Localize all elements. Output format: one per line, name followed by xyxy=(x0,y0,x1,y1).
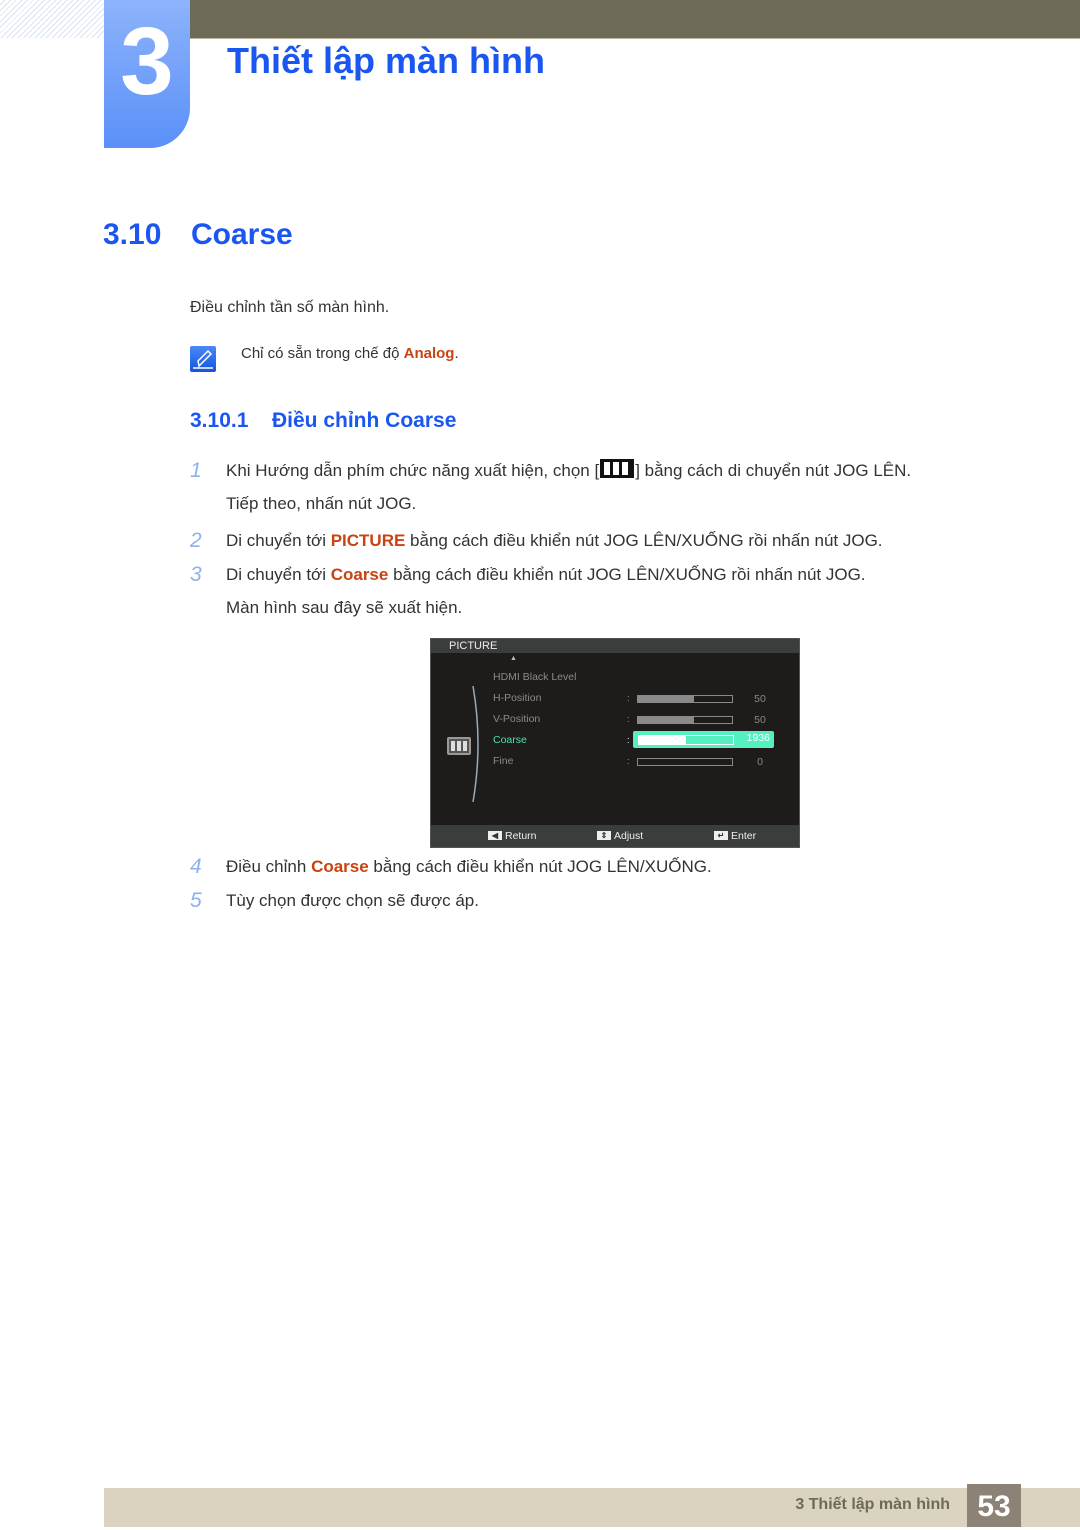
adjust-icon: ⇕ xyxy=(597,831,611,840)
v-position-slider[interactable] xyxy=(637,716,733,724)
step-1: 1 Khi Hướng dẫn phím chức năng xuất hiện… xyxy=(190,454,990,520)
osd-item-v-position[interactable]: V-Position xyxy=(493,713,540,725)
osd-return-button[interactable]: ◀ Return xyxy=(488,830,537,842)
h-position-value: 50 xyxy=(754,693,766,705)
v-position-value: 50 xyxy=(754,714,766,726)
step-text-pre: Di chuyển tới xyxy=(226,565,331,584)
v-position-fill xyxy=(638,717,695,723)
step-text-post: bằng cách điều khiển nút JOG LÊN/XUỐNG r… xyxy=(405,531,883,550)
coarse-value: 1936 xyxy=(746,732,770,744)
step-number: 1 xyxy=(190,459,202,482)
step-text-post: ] bằng cách di chuyển nút JOG LÊN. xyxy=(635,461,912,480)
osd-item-h-position[interactable]: H-Position xyxy=(493,692,541,704)
step-3: 3 Di chuyển tới Coarse bằng cách điều kh… xyxy=(190,558,990,624)
osd-colon: : xyxy=(627,756,630,766)
subsection-number: 3.10.1 xyxy=(190,409,249,432)
osd-footer: ◀ Return ⇕ Adjust ↵ Enter xyxy=(431,825,799,847)
subsection-heading: 3.10.1 Điều chỉnh Coarse xyxy=(190,409,456,433)
osd-colon: : xyxy=(627,693,630,703)
subsection-title: Điều chỉnh Coarse xyxy=(272,409,457,432)
note-prefix: Chỉ có sẵn trong chế độ xyxy=(241,345,404,362)
menu-bars-icon xyxy=(600,459,635,478)
header-bar xyxy=(190,0,1080,39)
step-text: Tùy chọn được chọn sẽ được áp. xyxy=(226,891,479,910)
step-4: 4 Điều chỉnh Coarse bằng cách điều khiển… xyxy=(190,850,990,883)
header-hatch-pattern xyxy=(0,0,104,38)
scroll-up-arrow-icon: ▲ xyxy=(510,655,517,662)
note-text: Chỉ có sẵn trong chế độ Analog. xyxy=(241,345,459,362)
coarse-fill xyxy=(639,736,686,744)
page-footer: 3 Thiết lập màn hình xyxy=(104,1488,1080,1527)
osd-return-label: Return xyxy=(505,830,537,842)
step-text: Khi Hướng dẫn phím chức năng xuất hiện, … xyxy=(226,454,911,487)
step-number: 5 xyxy=(190,889,202,912)
intro-text: Điều chỉnh tần số màn hình. xyxy=(190,299,390,316)
step-text: Di chuyển tới Coarse bằng cách điều khiể… xyxy=(226,558,866,591)
step-text: Điều chỉnh Coarse bằng cách điều khiển n… xyxy=(226,850,712,883)
section-number: 3.10 xyxy=(103,218,162,251)
osd-item-coarse[interactable]: Coarse xyxy=(493,734,527,746)
osd-colon: : xyxy=(627,735,630,745)
chapter-number: 3 xyxy=(120,8,174,115)
enter-icon: ↵ xyxy=(714,831,728,840)
osd-item-fine[interactable]: Fine xyxy=(493,755,513,767)
osd-header-title: PICTURE xyxy=(449,640,498,652)
step-text-pre: Di chuyển tới xyxy=(226,531,331,550)
note-highlight: Analog xyxy=(403,345,455,362)
step-5: 5 Tùy chọn được chọn sẽ được áp. xyxy=(190,884,990,917)
osd-screenshot: PICTURE ▲ HDMI Black Level H-Position : … xyxy=(430,638,800,848)
step-highlight: Coarse xyxy=(311,857,369,876)
fine-value: 0 xyxy=(757,756,763,768)
picture-menu-icon xyxy=(447,737,471,755)
section-title: Coarse xyxy=(191,218,293,251)
step-text-line2: Màn hình sau đây sẽ xuất hiện. xyxy=(226,598,463,617)
coarse-slider-selected[interactable]: 1936 xyxy=(633,731,774,748)
h-position-slider[interactable] xyxy=(637,695,733,703)
section-heading: 3.10 Coarse xyxy=(103,218,293,252)
osd-arc-decoration xyxy=(472,685,479,803)
osd-adjust-button[interactable]: ⇕ Adjust xyxy=(597,830,643,842)
note-suffix: . xyxy=(454,345,459,362)
step-number: 2 xyxy=(190,529,202,552)
page-number: 53 xyxy=(967,1484,1021,1527)
step-text-pre: Điều chỉnh xyxy=(226,857,312,876)
chapter-tab: 3 xyxy=(104,0,190,148)
return-icon: ◀ xyxy=(488,831,502,840)
footer-chapter-label: 3 Thiết lập màn hình xyxy=(795,1496,950,1513)
osd-adjust-label: Adjust xyxy=(614,830,644,842)
osd-item-hdmi-black-level[interactable]: HDMI Black Level xyxy=(493,671,576,683)
step-2: 2 Di chuyển tới PICTURE bằng cách điều k… xyxy=(190,524,990,557)
step-text: Di chuyển tới PICTURE bằng cách điều khi… xyxy=(226,524,883,557)
step-text-post: bằng cách điều khiển nút JOG LÊN/XUỐNG. xyxy=(368,857,712,876)
osd-header: PICTURE xyxy=(431,639,799,653)
step-text-post: bằng cách điều khiển nút JOG LÊN/XUỐNG r… xyxy=(388,565,866,584)
h-position-fill xyxy=(638,696,695,702)
osd-colon: : xyxy=(627,714,630,724)
step-number: 3 xyxy=(190,563,202,586)
step-number: 4 xyxy=(190,855,202,878)
step-text-line2: Tiếp theo, nhấn nút JOG. xyxy=(226,494,417,513)
osd-enter-button[interactable]: ↵ Enter xyxy=(714,830,756,842)
note-pencil-icon xyxy=(190,346,216,372)
step-highlight: Coarse xyxy=(330,565,389,584)
osd-enter-label: Enter xyxy=(731,830,757,842)
step-highlight: PICTURE xyxy=(330,531,406,550)
coarse-slider[interactable] xyxy=(638,735,734,745)
fine-slider[interactable] xyxy=(637,758,733,766)
step-text-pre: Khi Hướng dẫn phím chức năng xuất hiện, … xyxy=(226,461,600,480)
chapter-title: Thiết lập màn hình xyxy=(227,40,546,81)
